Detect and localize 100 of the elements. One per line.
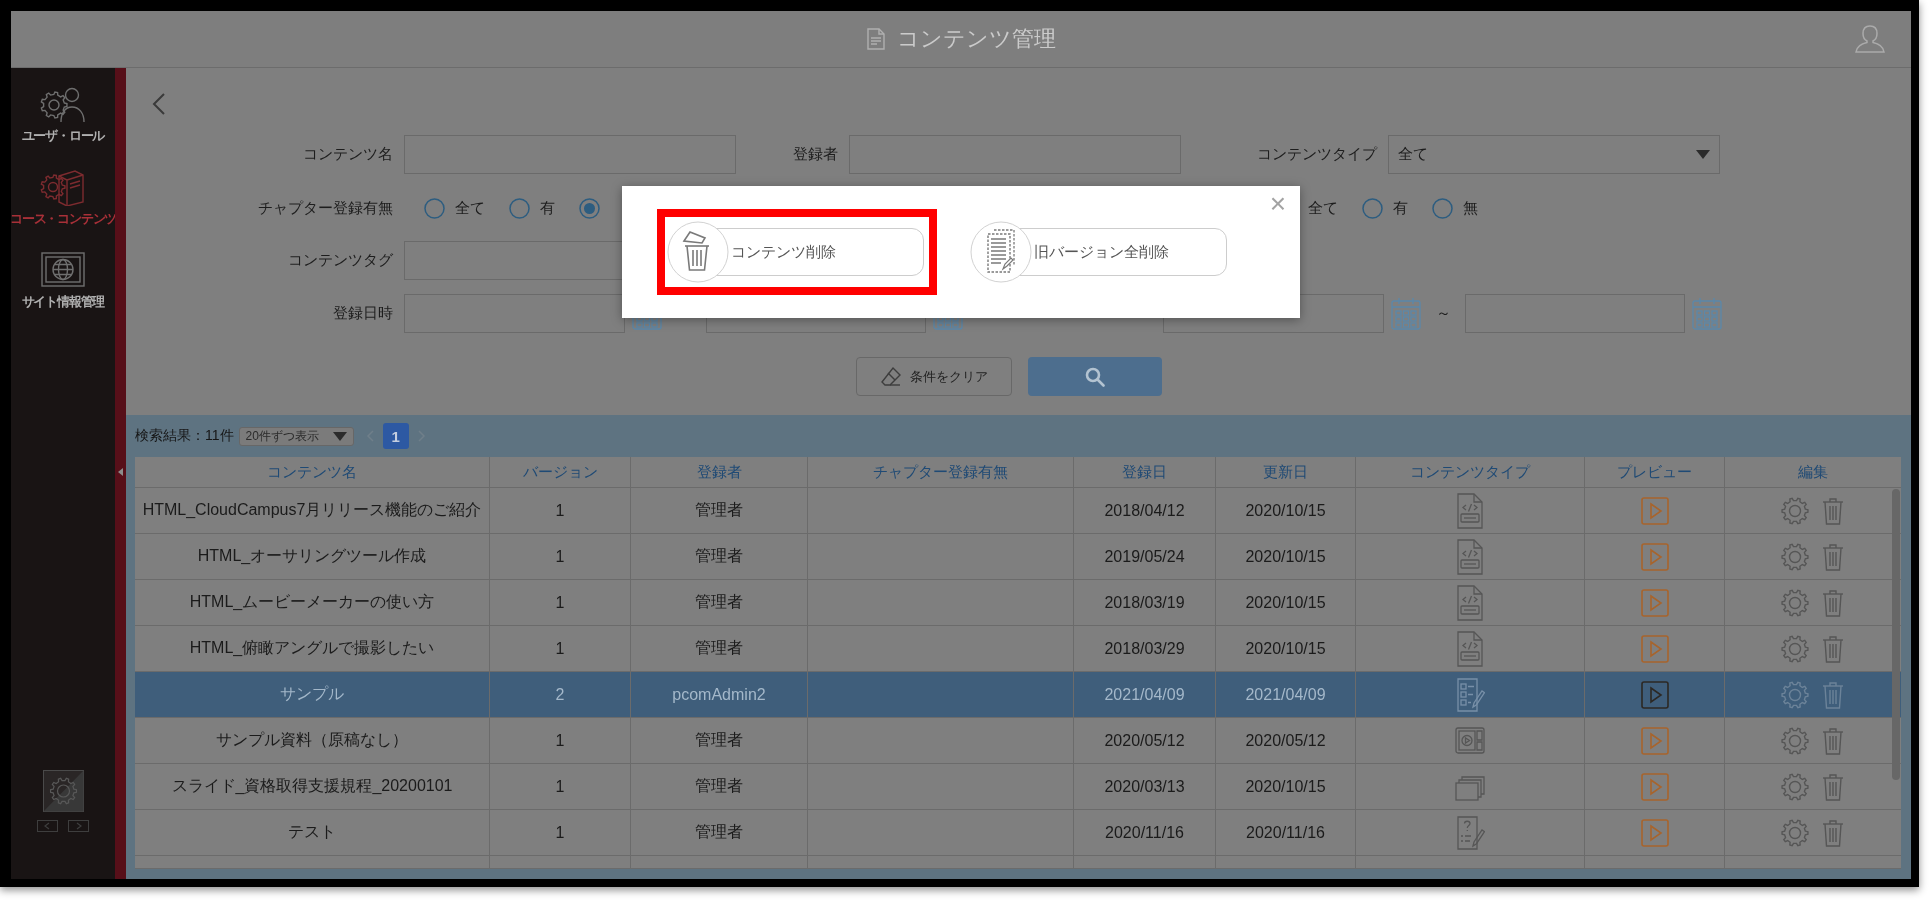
trash-icon[interactable]: [1821, 772, 1845, 801]
table-cell: 2021/04/09: [1216, 672, 1356, 718]
table-cell: 2018/04/12: [1074, 488, 1216, 534]
trash-icon[interactable]: [1821, 680, 1845, 709]
column-header: 編集: [1725, 457, 1901, 488]
delete-versions-button[interactable]: 旧バージョン全削除: [970, 220, 1227, 284]
checklist-edit-icon: [1455, 676, 1485, 713]
trash-icon[interactable]: [1821, 542, 1845, 571]
sidebar-item[interactable]: コース・コンテンツ: [9, 168, 117, 227]
table-cell: 管理者: [631, 718, 808, 764]
table-cell: HTML_オーサリングツール作成: [135, 534, 490, 580]
table-cell: 2021/04/09: [1074, 672, 1216, 718]
table-cell: 2: [490, 672, 631, 718]
radio-label: 有: [540, 199, 555, 218]
trash-icon[interactable]: [1821, 634, 1845, 663]
table-cell: 2020/11/16: [1074, 810, 1216, 856]
play-icon[interactable]: [1640, 818, 1669, 847]
sidebar-item[interactable]: ユーザ・ロール: [21, 85, 105, 144]
table-cell: 2019/05/24: [1074, 534, 1216, 580]
column-header: 更新日: [1216, 457, 1356, 488]
table-row[interactable]: サンプル 2 pcomAdmin2 2021/04/09 2021/04/09: [135, 672, 1901, 718]
radio-label: 全て: [1308, 199, 1338, 218]
radio-label: 全て: [455, 199, 485, 218]
gear-book-icon[interactable]: [39, 168, 87, 206]
table-cell: 1: [490, 488, 631, 534]
radio-button[interactable]: [1432, 198, 1453, 219]
radio-button[interactable]: [509, 198, 530, 219]
calendar-icon[interactable]: [1692, 296, 1722, 331]
table-cell: 2020/10/15: [1216, 534, 1356, 580]
delete-button[interactable]: コンテンツ削除: [667, 220, 924, 284]
radio-label: 無: [1463, 199, 1478, 218]
table-cell: 管理者: [631, 534, 808, 580]
trash-icon[interactable]: [667, 221, 729, 283]
play-icon[interactable]: [1640, 680, 1669, 709]
settings-icon[interactable]: [1781, 588, 1809, 617]
table-cell: 管理者: [631, 810, 808, 856]
radio-label: 有: [1393, 199, 1408, 218]
trash-icon[interactable]: [1821, 726, 1845, 755]
user-icon[interactable]: [1855, 24, 1885, 54]
trash-icon[interactable]: [1821, 818, 1845, 847]
scrollbar[interactable]: [1892, 489, 1900, 780]
table-cell: 2020/05/12: [1074, 718, 1216, 764]
code-file-icon: [1455, 538, 1485, 575]
settings-icon[interactable]: [1781, 542, 1809, 571]
collapse-arrow-icon[interactable]: [118, 468, 123, 476]
table-cell: pcomAdmin2: [631, 672, 808, 718]
settings-icon[interactable]: [1781, 772, 1809, 801]
trash-icon[interactable]: [1821, 588, 1845, 617]
column-header: コンテンツタイプ: [1356, 457, 1585, 488]
column-header: バージョン: [490, 457, 631, 488]
sidebar-item[interactable]: サイト情報管理: [21, 251, 105, 310]
settings-icon[interactable]: [1781, 496, 1809, 525]
globe-monitor-icon[interactable]: [39, 251, 87, 289]
table-row[interactable]: スライド_資格取得支援規程_20200101 1 管理者 2020/03/13 2020/10/15: [135, 764, 1901, 810]
dropdown[interactable]: 全て: [1388, 135, 1720, 174]
table-row[interactable]: サンプル資料（原稿なし） 1 管理者 2020/05/12 2020/05/12: [135, 718, 1901, 764]
column-header: コンテンツ名: [135, 457, 490, 488]
search-icon: [1084, 366, 1105, 387]
field-label: コンテンツ名: [302, 145, 393, 164]
table-cell: スライド_資格取得支援規程_20200101: [135, 764, 490, 810]
settings-icon[interactable]: [1781, 818, 1809, 847]
play-icon[interactable]: [1640, 542, 1669, 571]
clear-button[interactable]: 条件をクリア: [855, 357, 1012, 396]
trash-icon[interactable]: [1821, 496, 1845, 525]
caret-icon: [332, 431, 347, 441]
date-field[interactable]: [404, 294, 625, 333]
play-icon[interactable]: [1640, 496, 1669, 525]
table-cell: 管理者: [631, 488, 808, 534]
table-cell: 2020/11/16: [1216, 810, 1356, 856]
table-cell: テスト: [135, 810, 490, 856]
play-icon[interactable]: [1640, 588, 1669, 617]
eraser-icon: [879, 365, 902, 388]
range-separator: ～: [1434, 304, 1452, 323]
column-header: 登録日: [1074, 457, 1216, 488]
radio-button[interactable]: [424, 198, 445, 219]
settings-icon[interactable]: [1781, 634, 1809, 663]
table-row[interactable]: テスト 1 管理者 2020/11/16 2020/11/16: [135, 810, 1901, 856]
search-button[interactable]: [1027, 357, 1162, 396]
table-cell: HTML_CloudCampus7月リリース機能のご紹介: [135, 488, 490, 534]
radio-button[interactable]: [1362, 198, 1383, 219]
close-button[interactable]: ×: [1269, 190, 1286, 218]
document-icon: [866, 28, 886, 50]
document-stack-icon[interactable]: [970, 221, 1032, 283]
play-icon[interactable]: [1640, 726, 1669, 755]
settings-icon[interactable]: [1781, 680, 1809, 709]
table-cell: 2018/03/19: [1074, 580, 1216, 626]
table-row[interactable]: HTML_CloudCampus7月リリース機能のご紹介 1 管理者 2018/04/12 2020/10/15: [135, 488, 1901, 534]
user-gear-icon[interactable]: [39, 85, 87, 123]
play-icon[interactable]: [1640, 772, 1669, 801]
table-cell: 2020/10/15: [1216, 580, 1356, 626]
gear-tile-icon[interactable]: [42, 770, 84, 812]
play-icon[interactable]: [1640, 634, 1669, 663]
calendar-icon[interactable]: [1391, 296, 1421, 331]
settings-icon[interactable]: [1781, 726, 1809, 755]
field-label: チャプター登録有無: [257, 199, 393, 218]
page-button[interactable]: 1: [382, 423, 409, 449]
results-count: 検索結果：11件: [135, 427, 234, 445]
radio-button[interactable]: [579, 198, 600, 219]
page-size-dropdown[interactable]: 20件ずつ表示: [238, 426, 354, 446]
back-icon[interactable]: [152, 93, 166, 115]
